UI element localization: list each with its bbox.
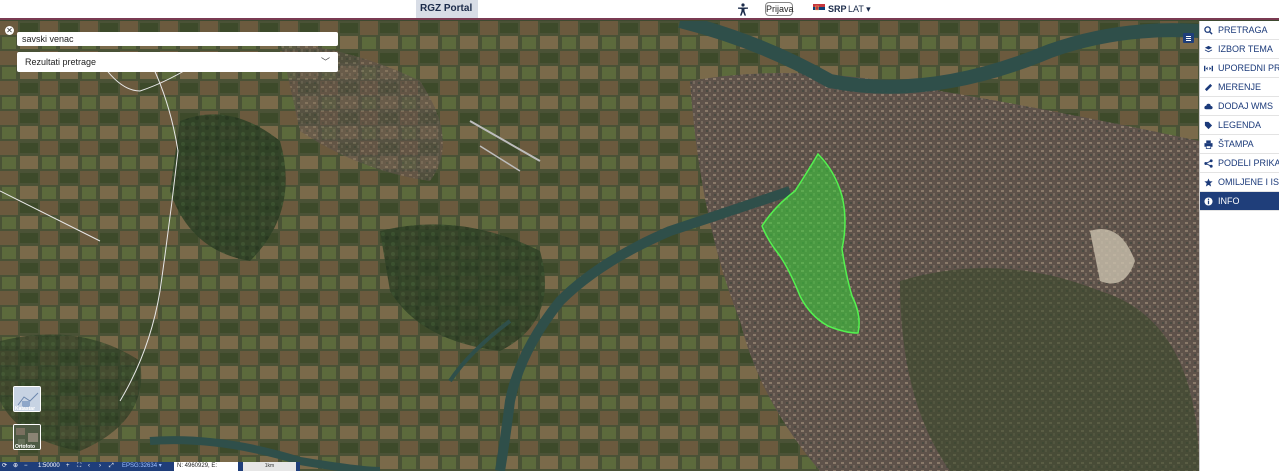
- zoom-out-button[interactable]: −: [24, 462, 28, 471]
- scale-bar: 1km: [243, 462, 296, 471]
- search-results-label: Rezultati pretrage: [25, 57, 97, 67]
- menu-item-label: INFO: [1218, 196, 1240, 206]
- menu-item-omiljene-istorija[interactable]: OMILJENE I ISTORIJA: [1200, 173, 1279, 192]
- menu-item-label: OMILJENE I ISTORIJA: [1218, 177, 1279, 187]
- tag-icon: [1204, 121, 1213, 130]
- projection-selector[interactable]: EPSG:32634 ▾: [122, 462, 162, 471]
- menu-item-legenda[interactable]: LEGENDA: [1200, 116, 1279, 135]
- printer-icon: [1204, 140, 1213, 149]
- fullscreen-icon[interactable]: ⛶: [77, 462, 81, 471]
- compare-icon: [1204, 65, 1213, 72]
- expand-icon[interactable]: ⤢: [109, 462, 114, 471]
- hamburger-icon: [1186, 36, 1191, 41]
- menu-item-stampa[interactable]: ŠTAMPA: [1200, 135, 1279, 154]
- map-canvas[interactable]: [0, 21, 1199, 471]
- ruler-icon: [1204, 83, 1213, 92]
- menu-item-label: PRETRAGA: [1218, 25, 1268, 35]
- menu-item-izbor-tema[interactable]: IZBOR TEMA: [1200, 40, 1279, 59]
- accessibility-icon[interactable]: [737, 3, 749, 16]
- menu-item-label: LEGENDA: [1218, 120, 1262, 130]
- menu-item-dodaj-wms[interactable]: DODAJ WMS: [1200, 97, 1279, 116]
- refresh-icon[interactable]: ⟳: [2, 462, 7, 471]
- menu-item-uporedni-pregled[interactable]: UPOREDNI PREGLED: [1200, 59, 1279, 78]
- menu-item-pretraga[interactable]: PRETRAGA: [1200, 21, 1279, 40]
- menu-item-label: DODAJ WMS: [1218, 101, 1273, 111]
- menu-item-label: MERENJE: [1218, 82, 1262, 92]
- menu-item-label: ŠTAMPA: [1218, 139, 1254, 149]
- menu-item-label: IZBOR TEMA: [1218, 44, 1273, 54]
- search-icon: [1204, 26, 1213, 35]
- zoom-in-button[interactable]: +: [66, 462, 70, 471]
- star-icon: [1204, 178, 1213, 187]
- coordinates-readout: N: 4960929, E: 464792: [174, 462, 238, 471]
- menu-item-info[interactable]: INFO: [1200, 192, 1279, 211]
- scale-value[interactable]: 1:50000: [38, 462, 60, 471]
- search-input[interactable]: savski venac: [17, 32, 338, 46]
- search-results-dropdown[interactable]: Rezultati pretrage ﹀: [17, 52, 338, 72]
- layer-cadastre-label: Katastar: [15, 406, 36, 412]
- login-button[interactable]: Prijava: [765, 2, 794, 16]
- chevron-right-icon[interactable]: ›: [99, 462, 101, 471]
- serbian-flag-icon: [813, 4, 825, 13]
- right-tool-panel: PRETRAGA IZBOR TEMA UPOREDNI PREGLED MER…: [1199, 21, 1279, 471]
- panel-toggle-button[interactable]: [1183, 33, 1194, 43]
- layer-orthophoto-label: Ortofoto: [15, 444, 35, 450]
- chevron-left-icon[interactable]: ‹: [88, 462, 90, 471]
- info-icon: [1204, 197, 1213, 206]
- script-selector[interactable]: LAT ▾: [848, 4, 871, 15]
- menu-item-podeli-prikaz[interactable]: PODELI PRIKAZ: [1200, 154, 1279, 173]
- top-bar: RGZ Portal ▾ Prijava SRP · LAT ▾: [0, 0, 1279, 32]
- menu-item-merenje[interactable]: MERENJE: [1200, 78, 1279, 97]
- chevron-down-icon[interactable]: ﹀: [321, 52, 330, 72]
- menu-item-label: UPOREDNI PREGLED: [1218, 63, 1279, 73]
- language-separator: ·: [842, 4, 845, 14]
- layers-icon: [1204, 45, 1213, 53]
- locate-icon[interactable]: ⊕: [13, 462, 18, 471]
- share-icon: [1204, 159, 1213, 168]
- cloud-icon: [1204, 103, 1213, 110]
- close-search-button[interactable]: ✕: [5, 26, 14, 35]
- satellite-imagery: [0, 21, 1199, 471]
- portal-menu-button[interactable]: RGZ Portal ▾: [416, 0, 478, 32]
- menu-item-label: PODELI PRIKAZ: [1218, 158, 1279, 168]
